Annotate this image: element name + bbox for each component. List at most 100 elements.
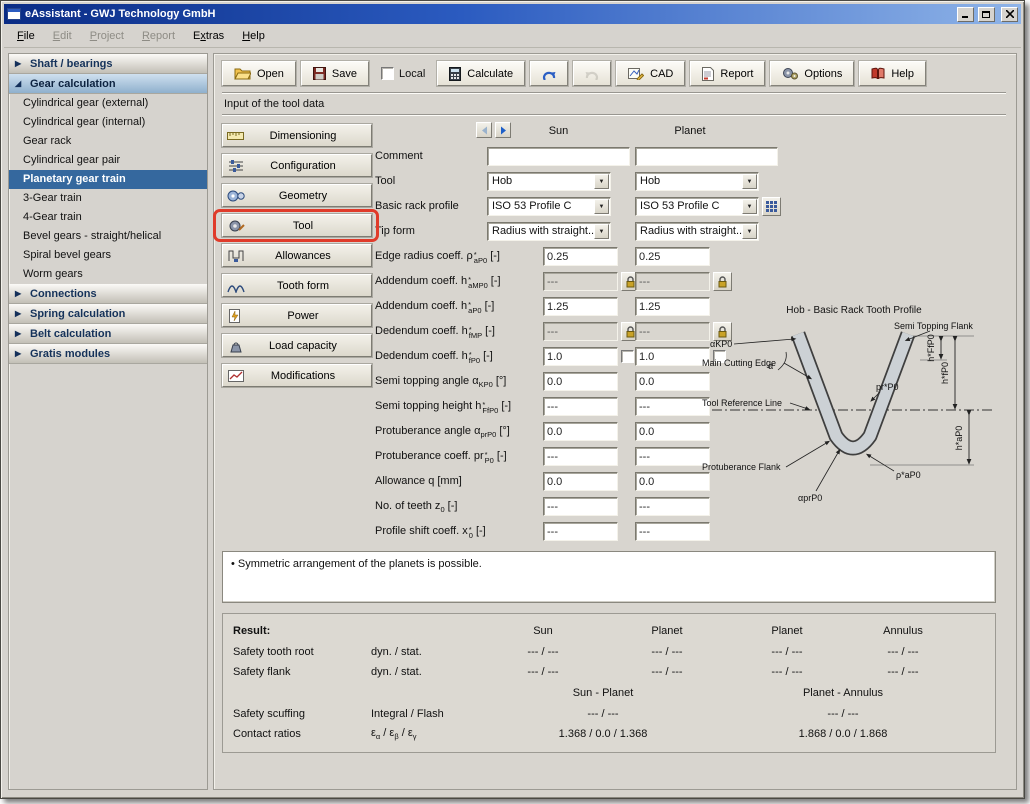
column-header-sun: Sun bbox=[487, 125, 630, 137]
menu-file[interactable]: File bbox=[8, 27, 44, 45]
sidebar-section-shaft-bearings[interactable]: ▶Shaft / bearings bbox=[9, 54, 207, 74]
menu-help[interactable]: Help bbox=[233, 27, 274, 45]
edge-radius-coeff-sun-input[interactable] bbox=[543, 247, 618, 266]
result-title: Result: bbox=[231, 625, 371, 637]
sidebar-item-planetary-gear-train[interactable]: Planetary gear train bbox=[9, 170, 207, 189]
semi-topping-angle-label: Semi topping angle αKP0 [°] bbox=[375, 375, 506, 389]
local-checkbox[interactable] bbox=[381, 67, 394, 80]
allowance-sun-input[interactable] bbox=[543, 472, 618, 491]
addendum-coeff-amp0-sun-input[interactable] bbox=[543, 272, 618, 291]
options-button[interactable]: Options bbox=[770, 61, 854, 86]
dimensioning-button[interactable]: Dimensioning bbox=[222, 124, 372, 147]
load-capacity-button[interactable]: Load capacity bbox=[222, 334, 372, 357]
load-capacity-icon bbox=[227, 339, 245, 353]
edge-radius-coeff-planet-input[interactable] bbox=[635, 247, 710, 266]
nav-button-column: Dimensioning Configuration Geometry Tool All… bbox=[222, 124, 378, 394]
dropdown-arrow-icon[interactable]: ▼ bbox=[594, 199, 609, 214]
save-button[interactable]: Save bbox=[301, 61, 369, 86]
profile-shift-coeff-sun-input[interactable] bbox=[543, 522, 618, 541]
protuberance-angle-sun-input[interactable] bbox=[543, 422, 618, 441]
configuration-button[interactable]: Configuration bbox=[222, 154, 372, 177]
close-button[interactable] bbox=[1001, 7, 1018, 22]
dedendum-coeff-fp0-sun-input[interactable] bbox=[543, 347, 618, 366]
tip-form-sun-select[interactable]: Radius with straight...▼ bbox=[487, 222, 611, 241]
geometry-icon bbox=[227, 189, 245, 203]
addendum-coeff-amp0-planet-input[interactable] bbox=[635, 272, 710, 291]
basic-rack-profile-planet-select[interactable]: ISO 53 Profile C▼ bbox=[635, 197, 759, 216]
tool-planet-select[interactable]: Hob▼ bbox=[635, 172, 759, 191]
expanded-arrow-icon: ◢ bbox=[15, 79, 25, 88]
no-of-teeth-sun-input[interactable] bbox=[543, 497, 618, 516]
sidebar-item-bevel-gears-straight-helical[interactable]: Bevel gears - straight/helical bbox=[9, 227, 207, 246]
result-pair-header-row: Sun - PlanetPlanet - Annulus bbox=[231, 682, 987, 704]
dedendum-coeff-fmp-sun-input[interactable] bbox=[543, 322, 618, 341]
sidebar-section-gratis-modules[interactable]: ▶Gratis modules bbox=[9, 344, 207, 364]
menu-bar: FileEditProjectReportExtrasHelp bbox=[4, 24, 1021, 48]
sidebar-section-connections[interactable]: ▶Connections bbox=[9, 284, 207, 304]
dropdown-arrow-icon[interactable]: ▼ bbox=[594, 174, 609, 189]
tooth-form-button[interactable]: Tooth form bbox=[222, 274, 372, 297]
open-button[interactable]: Open bbox=[222, 61, 296, 86]
geometry-button[interactable]: Geometry bbox=[222, 184, 372, 207]
allowances-button[interactable]: Allowances bbox=[222, 244, 372, 267]
sidebar-item-4-gear-train[interactable]: 4-Gear train bbox=[9, 208, 207, 227]
tool-sun-select[interactable]: Hob▼ bbox=[487, 172, 611, 191]
basic-rack-profile-sun-select[interactable]: ISO 53 Profile C▼ bbox=[487, 197, 611, 216]
sidebar-section-belt-calculation[interactable]: ▶Belt calculation bbox=[9, 324, 207, 344]
semi-topping-angle-sun-input[interactable] bbox=[543, 372, 618, 391]
alpha-kp0-label: αKP0 bbox=[710, 339, 732, 349]
semi-topping-height-sun-input[interactable] bbox=[543, 397, 618, 416]
result-row-safety-flank: Safety flankdyn. / stat.--- / ------ / -… bbox=[231, 662, 987, 682]
dropdown-arrow-icon[interactable]: ▼ bbox=[594, 224, 609, 239]
collapsed-arrow-icon: ▶ bbox=[15, 349, 25, 358]
menu-extras[interactable]: Extras bbox=[184, 27, 233, 45]
redo-icon bbox=[584, 67, 600, 80]
tool-button[interactable]: Tool bbox=[222, 214, 372, 237]
addendum-coeff-amp0-planet-lock-button[interactable] bbox=[713, 272, 732, 291]
minimize-button[interactable] bbox=[957, 7, 974, 22]
app-window: eAssistant - GWJ Technology GmbH FileEdi… bbox=[0, 0, 1025, 799]
sidebar-item-cylindrical-gear-internal[interactable]: Cylindrical gear (internal) bbox=[9, 113, 207, 132]
sidebar-item-3-gear-train[interactable]: 3-Gear train bbox=[9, 189, 207, 208]
collapsed-arrow-icon: ▶ bbox=[15, 59, 25, 68]
cad-button[interactable]: CAD bbox=[616, 61, 685, 86]
report-icon bbox=[702, 67, 714, 81]
addendum-coeff-ap0-label: Addendum coeff. h*aP0 [-] bbox=[375, 300, 494, 314]
comment-sun-input[interactable] bbox=[487, 147, 630, 166]
dropdown-arrow-icon[interactable]: ▼ bbox=[742, 224, 757, 239]
basic-rack-profile-detail-button[interactable] bbox=[762, 197, 781, 216]
sidebar-item-gear-rack[interactable]: Gear rack bbox=[9, 132, 207, 151]
sidebar-section-gear-calculation[interactable]: ◢Gear calculation bbox=[9, 74, 207, 94]
calculate-button[interactable]: Calculate bbox=[437, 61, 525, 86]
protuberance-coeff-sun-input[interactable] bbox=[543, 447, 618, 466]
profile-shift-coeff-planet-input[interactable] bbox=[635, 522, 710, 541]
sidebar-section-spring-calculation[interactable]: ▶Spring calculation bbox=[9, 304, 207, 324]
diagram-title: Hob - Basic Rack Tooth Profile bbox=[698, 305, 1010, 316]
allowances-icon bbox=[227, 249, 245, 263]
sidebar: ▶Shaft / bearings◢Gear calculationCylind… bbox=[8, 53, 208, 790]
undo-button[interactable] bbox=[530, 61, 568, 86]
help-button[interactable]: Help bbox=[859, 61, 926, 86]
dropdown-arrow-icon[interactable]: ▼ bbox=[742, 199, 757, 214]
profile-shift-coeff-row: Profile shift coeff. x*0 [-] bbox=[375, 520, 795, 545]
report-button[interactable]: Report bbox=[690, 61, 765, 86]
sidebar-item-spiral-bevel-gears[interactable]: Spiral bevel gears bbox=[9, 246, 207, 265]
dropdown-arrow-icon[interactable]: ▼ bbox=[742, 174, 757, 189]
result-panel: Result:SunPlanetPlanetAnnulusSafety toot… bbox=[222, 613, 996, 753]
dedendum-coeff-fp0-sun-checkbox[interactable] bbox=[621, 350, 634, 363]
addendum-coeff-ap0-sun-input[interactable] bbox=[543, 297, 618, 316]
sidebar-item-cylindrical-gear-external[interactable]: Cylindrical gear (external) bbox=[9, 94, 207, 113]
semi-topping-flank-label: Semi Topping Flank bbox=[894, 321, 973, 331]
comment-planet-input[interactable] bbox=[635, 147, 778, 166]
sidebar-item-cylindrical-gear-pair[interactable]: Cylindrical gear pair bbox=[9, 151, 207, 170]
power-button[interactable]: Power bbox=[222, 304, 372, 327]
modifications-button[interactable]: Modifications bbox=[222, 364, 372, 387]
column-header-planet: Planet bbox=[620, 125, 760, 137]
maximize-button[interactable] bbox=[978, 7, 995, 22]
profile-shift-coeff-label: Profile shift coeff. x*0 [-] bbox=[375, 525, 486, 539]
sidebar-item-worm-gears[interactable]: Worm gears bbox=[9, 265, 207, 284]
tip-form-planet-select[interactable]: Radius with straight...▼ bbox=[635, 222, 759, 241]
alpha-prp0-label: αprP0 bbox=[798, 493, 822, 503]
title-bar[interactable]: eAssistant - GWJ Technology GmbH bbox=[4, 4, 1021, 24]
menu-project: Project bbox=[81, 27, 133, 45]
